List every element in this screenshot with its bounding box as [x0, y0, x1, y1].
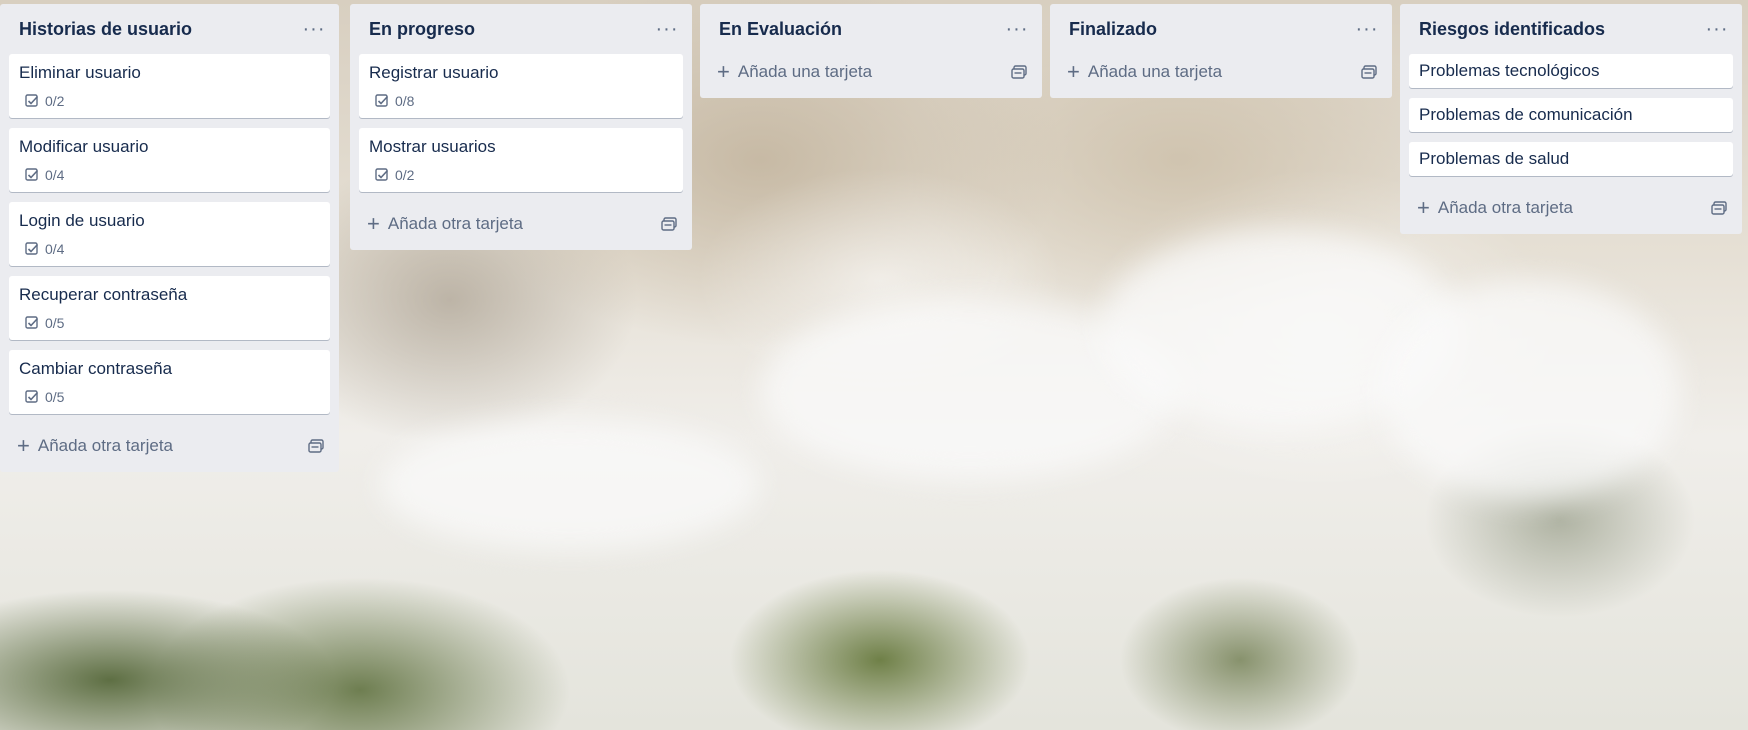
card-mostrar-usuarios[interactable]: Mostrar usuarios 0/2: [359, 128, 683, 192]
card-template-icon[interactable]: [306, 436, 326, 456]
checklist-count: 0/4: [45, 167, 65, 183]
card-login-de-usuario[interactable]: Login de usuario 0/4: [9, 202, 330, 266]
card-template-icon[interactable]: [659, 214, 679, 234]
list-en-progreso: En progreso ··· Registrar usuario 0/8 Mo…: [350, 4, 692, 250]
checklist-count: 0/2: [45, 93, 65, 109]
add-card-label: Añada otra tarjeta: [387, 214, 524, 233]
add-card-button[interactable]: + Añada otra tarjeta: [1409, 186, 1733, 230]
card-template-icon[interactable]: [1709, 198, 1729, 218]
checklist-badge: 0/5: [19, 312, 320, 334]
more-horizontal-icon[interactable]: ···: [1353, 17, 1381, 41]
plus-icon: +: [1067, 59, 1080, 84]
plus-icon: +: [717, 59, 730, 84]
more-horizontal-icon[interactable]: ···: [1703, 17, 1731, 41]
checklist-badge: 0/5: [19, 386, 320, 408]
add-card-label-group: + Añada una tarjeta: [1067, 61, 1222, 83]
list-title[interactable]: Riesgos identificados: [1419, 19, 1605, 40]
card-title: Eliminar usuario: [19, 63, 141, 82]
card-problemas-de-comunicacion[interactable]: Problemas de comunicación: [1409, 98, 1733, 132]
list-riesgos-identificados: Riesgos identificados ··· Problemas tecn…: [1400, 4, 1742, 234]
checklist-badge: 0/2: [369, 164, 673, 186]
card-registrar-usuario[interactable]: Registrar usuario 0/8: [359, 54, 683, 118]
add-card-button[interactable]: + Añada otra tarjeta: [359, 202, 683, 246]
card-title: Modificar usuario: [19, 137, 149, 156]
board-canvas: Historias de usuario ··· Eliminar usuari…: [0, 0, 1748, 730]
add-card-label: Añada una tarjeta: [1087, 62, 1223, 81]
add-card-label: Añada otra tarjeta: [37, 436, 174, 455]
card-problemas-de-salud[interactable]: Problemas de salud: [1409, 142, 1733, 176]
add-card-label-group: + Añada otra tarjeta: [1417, 197, 1573, 219]
add-card-label-group: + Añada otra tarjeta: [17, 435, 173, 457]
card-recuperar-contrasena[interactable]: Recuperar contraseña 0/5: [9, 276, 330, 340]
list-finalizado: Finalizado ··· + Añada una tarjeta: [1050, 4, 1392, 98]
checklist-badge: 0/4: [19, 238, 320, 260]
checklist-count: 0/5: [45, 315, 65, 331]
add-card-label-group: + Añada otra tarjeta: [367, 213, 523, 235]
add-card-label-group: + Añada una tarjeta: [717, 61, 872, 83]
checklist-count: 0/4: [45, 241, 65, 257]
list-title[interactable]: Finalizado: [1069, 19, 1157, 40]
list-title[interactable]: En progreso: [369, 19, 475, 40]
checklist-count: 0/2: [395, 167, 415, 183]
card-title: Mostrar usuarios: [369, 137, 496, 156]
add-card-label: Añada una tarjeta: [737, 62, 873, 81]
list-header: En progreso ···: [359, 4, 683, 54]
list-header: Finalizado ···: [1059, 4, 1383, 54]
card-modificar-usuario[interactable]: Modificar usuario 0/4: [9, 128, 330, 192]
checklist-badge: 0/4: [19, 164, 320, 186]
card-template-icon[interactable]: [1009, 62, 1029, 82]
checkbox-icon: [375, 94, 389, 107]
more-horizontal-icon[interactable]: ···: [653, 17, 681, 41]
card-title: Registrar usuario: [369, 63, 499, 82]
list-header: En Evaluación ···: [709, 4, 1033, 54]
card-title: Recuperar contraseña: [19, 285, 188, 304]
checklist-count: 0/8: [395, 93, 415, 109]
add-card-button[interactable]: + Añada una tarjeta: [709, 50, 1033, 94]
checkbox-icon: [25, 316, 39, 329]
card-title: Problemas tecnológicos: [1419, 61, 1600, 80]
card-cambiar-contrasena[interactable]: Cambiar contraseña 0/5: [9, 350, 330, 414]
card-title: Cambiar contraseña: [19, 359, 173, 378]
card-title: Login de usuario: [19, 211, 145, 230]
more-horizontal-icon[interactable]: ···: [300, 17, 328, 41]
checkbox-icon: [25, 94, 39, 107]
more-horizontal-icon[interactable]: ···: [1003, 17, 1031, 41]
add-card-label: Añada otra tarjeta: [1437, 198, 1574, 217]
card-title: Problemas de comunicación: [1419, 105, 1633, 124]
checkbox-icon: [25, 242, 39, 255]
list-title[interactable]: Historias de usuario: [19, 19, 192, 40]
checkbox-icon: [25, 168, 39, 181]
list-historias-de-usuario: Historias de usuario ··· Eliminar usuari…: [0, 4, 339, 472]
list-en-evaluacion: En Evaluación ··· + Añada una tarjeta: [700, 4, 1042, 98]
plus-icon: +: [367, 211, 380, 236]
plus-icon: +: [17, 433, 30, 458]
list-title[interactable]: En Evaluación: [719, 19, 842, 40]
plus-icon: +: [1417, 195, 1430, 220]
card-template-icon[interactable]: [1359, 62, 1379, 82]
checkbox-icon: [25, 390, 39, 403]
checklist-count: 0/5: [45, 389, 65, 405]
checklist-badge: 0/2: [19, 90, 320, 112]
list-header: Historias de usuario ···: [9, 4, 330, 54]
card-problemas-tecnologicos[interactable]: Problemas tecnológicos: [1409, 54, 1733, 88]
checkbox-icon: [375, 168, 389, 181]
card-eliminar-usuario[interactable]: Eliminar usuario 0/2: [9, 54, 330, 118]
add-card-button[interactable]: + Añada otra tarjeta: [9, 424, 330, 468]
checklist-badge: 0/8: [369, 90, 673, 112]
list-header: Riesgos identificados ···: [1409, 4, 1733, 54]
add-card-button[interactable]: + Añada una tarjeta: [1059, 50, 1383, 94]
card-title: Problemas de salud: [1419, 149, 1570, 168]
